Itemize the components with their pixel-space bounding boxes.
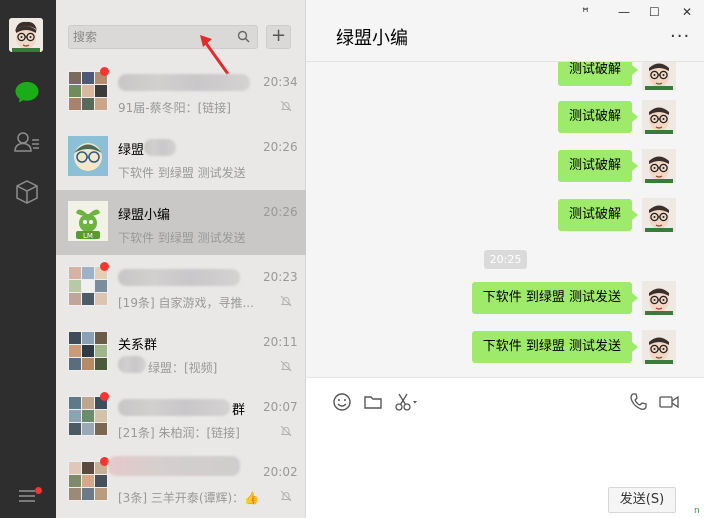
menu-notification-dot <box>35 487 42 494</box>
unread-dot <box>100 262 109 271</box>
message-input-area[interactable]: 发送(S) <box>306 377 704 518</box>
chat-name: 群 <box>232 403 246 418</box>
chat-name: 关系群 <box>118 338 158 353</box>
chat-time: 20:07 <box>263 400 298 414</box>
blurred-name <box>118 269 240 286</box>
search-icon[interactable] <box>237 30 250 46</box>
close-button[interactable]: ✕ <box>682 5 692 19</box>
chat-list-item[interactable]: 20:02 [3条] 三羊开泰(谭辉)：👍 <box>56 450 306 515</box>
message-bubble[interactable]: 测试破解 <box>557 199 639 231</box>
sender-avatar[interactable] <box>642 149 676 183</box>
chat-time: 20:26 <box>263 140 298 154</box>
blurred-name <box>118 74 250 91</box>
mute-bell-icon <box>280 100 292 115</box>
folder-icon[interactable] <box>363 392 383 415</box>
mute-bell-icon <box>280 490 292 505</box>
send-button[interactable]: 发送(S) <box>608 487 676 513</box>
chat-time: 20:34 <box>263 75 298 89</box>
chat-time: 20:11 <box>263 335 298 349</box>
blurred-name <box>118 399 230 416</box>
chat-preview: 下软件 到绿盟 测试发送 <box>118 166 246 180</box>
group-avatar <box>68 396 108 436</box>
favorites-box-icon[interactable] <box>13 178 41 206</box>
sender-avatar[interactable] <box>642 62 676 90</box>
group-avatar <box>68 71 108 111</box>
group-avatar <box>68 266 108 306</box>
chat-list-item[interactable]: 关系群 20:11 绿盟：[视频] <box>56 320 306 385</box>
sender-avatar[interactable] <box>642 281 676 315</box>
more-options-icon[interactable]: ··· <box>670 26 690 47</box>
chat-title: 绿盟小编 <box>336 28 408 49</box>
nav-rail <box>0 0 56 518</box>
lm-logo-avatar: LM <box>68 201 108 241</box>
group-avatar <box>68 461 108 501</box>
chat-preview: [19条] 自家游戏，寻推... <box>118 296 254 310</box>
chat-list-item-active[interactable]: LM 绿盟小编 20:26 下软件 到绿盟 测试发送 <box>56 190 306 255</box>
chat-list-item[interactable]: 20:34 91届-蔡冬阳：[链接] <box>56 60 306 125</box>
message-timestamp: 20:25 <box>484 250 527 269</box>
message-bubble[interactable]: 测试破解 <box>557 150 639 182</box>
message-bubble[interactable]: 测试破解 <box>557 101 639 133</box>
mute-bell-icon <box>280 360 292 375</box>
screenshot-scissors-icon[interactable] <box>394 392 420 415</box>
chat-panel: ꟸ — ☐ ✕ 绿盟小编 ··· 测试破解 测试破解 测试破解 测试破解 20:… <box>306 0 704 518</box>
chat-list-item[interactable]: 20:23 [19条] 自家游戏，寻推... <box>56 255 306 320</box>
video-call-icon[interactable] <box>658 392 680 415</box>
mute-bell-icon <box>280 295 292 310</box>
chat-time: 20:02 <box>263 465 298 479</box>
emoji-icon[interactable] <box>332 392 352 415</box>
sender-avatar[interactable] <box>642 100 676 134</box>
svg-text:LM: LM <box>83 232 93 240</box>
mute-bell-icon <box>280 425 292 440</box>
pin-icon[interactable]: ꟸ <box>582 5 589 19</box>
chat-name: 绿盟 <box>118 143 145 158</box>
chat-list-item[interactable]: 绿盟 20:26 下软件 到绿盟 测试发送 <box>56 125 306 190</box>
minimize-button[interactable]: — <box>618 5 630 19</box>
sender-avatar[interactable] <box>642 330 676 364</box>
chat-time: 20:26 <box>263 205 298 219</box>
contacts-icon[interactable] <box>13 128 41 156</box>
blurred-name <box>108 456 240 476</box>
chat-preview: 绿盟：[视频] <box>148 361 218 375</box>
message-area: 测试破解 测试破解 测试破解 测试破解 20:25 下软件 到绿盟 测试发送 下… <box>306 62 704 376</box>
wechat-window: + 20:34 91届-蔡冬阳：[链接] <box>0 0 704 518</box>
chat-list: 20:34 91届-蔡冬阳：[链接] 绿盟 20:26 下软件 到绿盟 测试发送… <box>56 60 306 515</box>
chat-time: 20:23 <box>263 270 298 284</box>
corner-mark: n <box>694 506 700 516</box>
contact-avatar <box>68 136 108 176</box>
chat-preview: 下软件 到绿盟 测试发送 <box>118 231 246 245</box>
message-bubble[interactable]: 下软件 到绿盟 测试发送 <box>471 282 639 314</box>
chat-preview: 91届-蔡冬阳：[链接] <box>118 101 231 115</box>
my-avatar[interactable] <box>9 18 43 52</box>
blurred-sender <box>118 356 146 373</box>
chat-preview: [3条] 三羊开泰(谭辉)：👍 <box>118 491 260 505</box>
chat-list-item[interactable]: 群 20:07 [21条] 朱柏润：[链接] <box>56 385 306 450</box>
maximize-button[interactable]: ☐ <box>649 5 660 19</box>
message-bubble[interactable]: 测试破解 <box>557 62 639 86</box>
chat-list-panel: + 20:34 91届-蔡冬阳：[链接] <box>56 0 306 518</box>
voice-call-icon[interactable] <box>628 392 648 415</box>
chat-icon[interactable] <box>13 78 41 106</box>
chat-preview: [21条] 朱柏润：[链接] <box>118 426 240 440</box>
unread-dot <box>100 67 109 76</box>
unread-dot <box>100 392 109 401</box>
add-button[interactable]: + <box>266 25 291 49</box>
sender-avatar[interactable] <box>642 198 676 232</box>
message-bubble[interactable]: 下软件 到绿盟 测试发送 <box>471 331 639 363</box>
chat-name: 绿盟小编 <box>118 208 171 223</box>
group-avatar <box>68 331 108 371</box>
blurred-name <box>144 139 176 156</box>
